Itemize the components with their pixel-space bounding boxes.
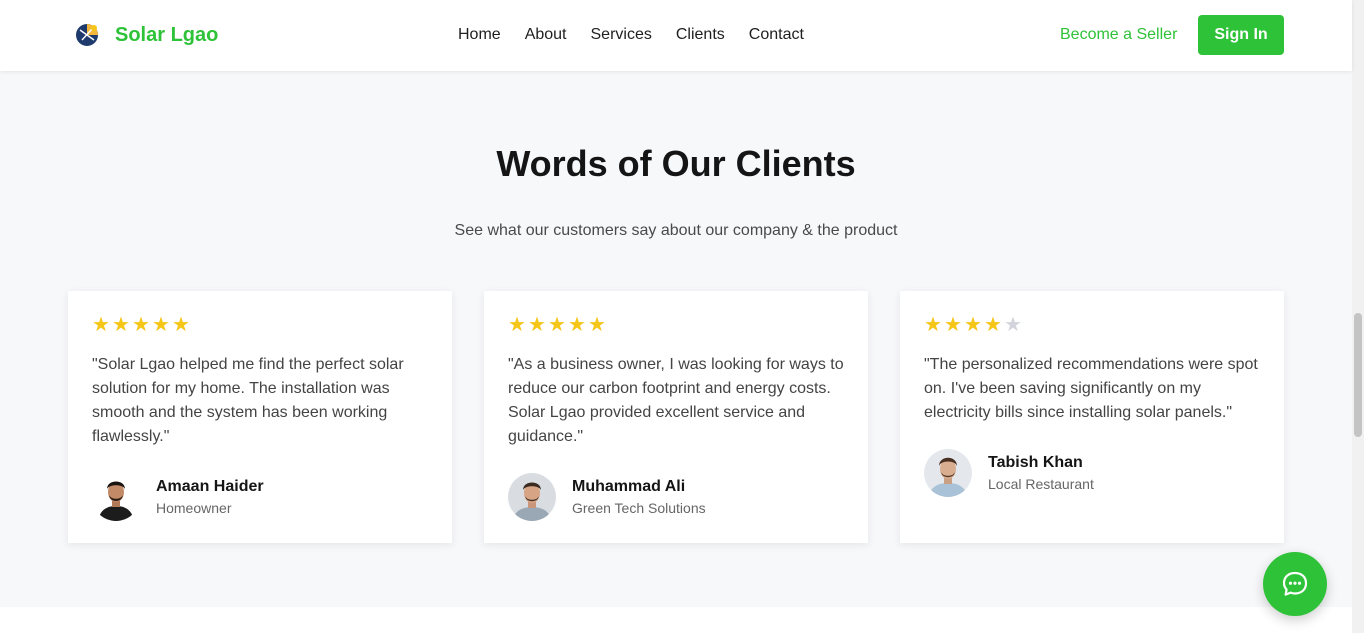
- author-name: Amaan Haider: [156, 478, 264, 495]
- testimonial-card: ★ ★ ★ ★ ★ "As a business owner, I was lookin…: [484, 291, 868, 543]
- star-icon: ★: [984, 314, 1002, 336]
- testimonial-quote: "Solar Lgao helped me find the perfect s…: [92, 356, 404, 445]
- testimonial-quote: "The personalized recommendations were s…: [924, 356, 1258, 421]
- avatar: [508, 473, 556, 521]
- nav-about[interactable]: About: [525, 25, 567, 45]
- author-name: Muhammad Ali: [572, 478, 686, 495]
- star-icon: ★: [172, 314, 190, 336]
- testimonial-quote: "As a business owner, I was looking for …: [508, 356, 844, 445]
- main-nav: Home About Services Clients Contact: [458, 25, 828, 45]
- star-icon: ★: [964, 314, 982, 336]
- star-icon: ★: [508, 314, 526, 336]
- author-role: Green Tech Solutions: [572, 500, 706, 516]
- author-role: Homeowner: [156, 500, 232, 516]
- section-subtitle: See what our customers say about our com…: [454, 222, 898, 239]
- nav-contact[interactable]: Contact: [749, 25, 804, 45]
- nav-home[interactable]: Home: [458, 25, 501, 45]
- nav-services[interactable]: Services: [591, 25, 652, 45]
- testimonial-author: Muhammad Ali Green Tech Solutions: [508, 473, 844, 521]
- rating-stars: ★ ★ ★ ★ ★: [508, 315, 844, 335]
- avatar: [924, 449, 972, 497]
- chat-button[interactable]: [1263, 552, 1327, 616]
- star-icon: ★: [528, 314, 546, 336]
- star-icon: ★: [112, 314, 130, 336]
- star-icon: ★: [1004, 314, 1022, 336]
- rating-stars: ★ ★ ★ ★ ★: [924, 315, 1260, 335]
- site-header: Solar Lgao Home About Services Clients C…: [0, 0, 1352, 71]
- section-title: Words of Our Clients: [496, 143, 856, 184]
- star-icon: ★: [588, 314, 606, 336]
- star-icon: ★: [568, 314, 586, 336]
- testimonial-author: Amaan Haider Homeowner: [92, 473, 428, 521]
- testimonial-card: ★ ★ ★ ★ ★ "Solar Lgao helped me find the per…: [68, 291, 452, 543]
- chat-bubble-icon: [1282, 571, 1308, 596]
- rating-stars: ★ ★ ★ ★ ★: [92, 315, 428, 335]
- author-role: Local Restaurant: [988, 476, 1094, 492]
- avatar: [92, 473, 140, 521]
- star-icon: ★: [924, 314, 942, 336]
- testimonial-author: Tabish Khan Local Restaurant: [924, 449, 1260, 497]
- star-icon: ★: [92, 314, 110, 336]
- scrollbar-thumb[interactable]: [1354, 313, 1362, 437]
- next-section: [0, 607, 1352, 633]
- testimonial-card: ★ ★ ★ ★ ★ "The personalized recommendations …: [900, 291, 1284, 543]
- star-icon: ★: [152, 314, 170, 336]
- nav-clients[interactable]: Clients: [676, 25, 725, 45]
- star-icon: ★: [548, 314, 566, 336]
- star-icon: ★: [944, 314, 962, 336]
- logo[interactable]: Solar Lgao: [74, 22, 218, 48]
- sign-in-button[interactable]: Sign In: [1198, 15, 1284, 55]
- author-name: Tabish Khan: [988, 454, 1083, 471]
- brand-name: Solar Lgao: [115, 23, 219, 46]
- star-icon: ★: [132, 314, 150, 336]
- become-seller-link[interactable]: Become a Seller: [1060, 25, 1177, 45]
- solar-logo-icon: [76, 24, 98, 46]
